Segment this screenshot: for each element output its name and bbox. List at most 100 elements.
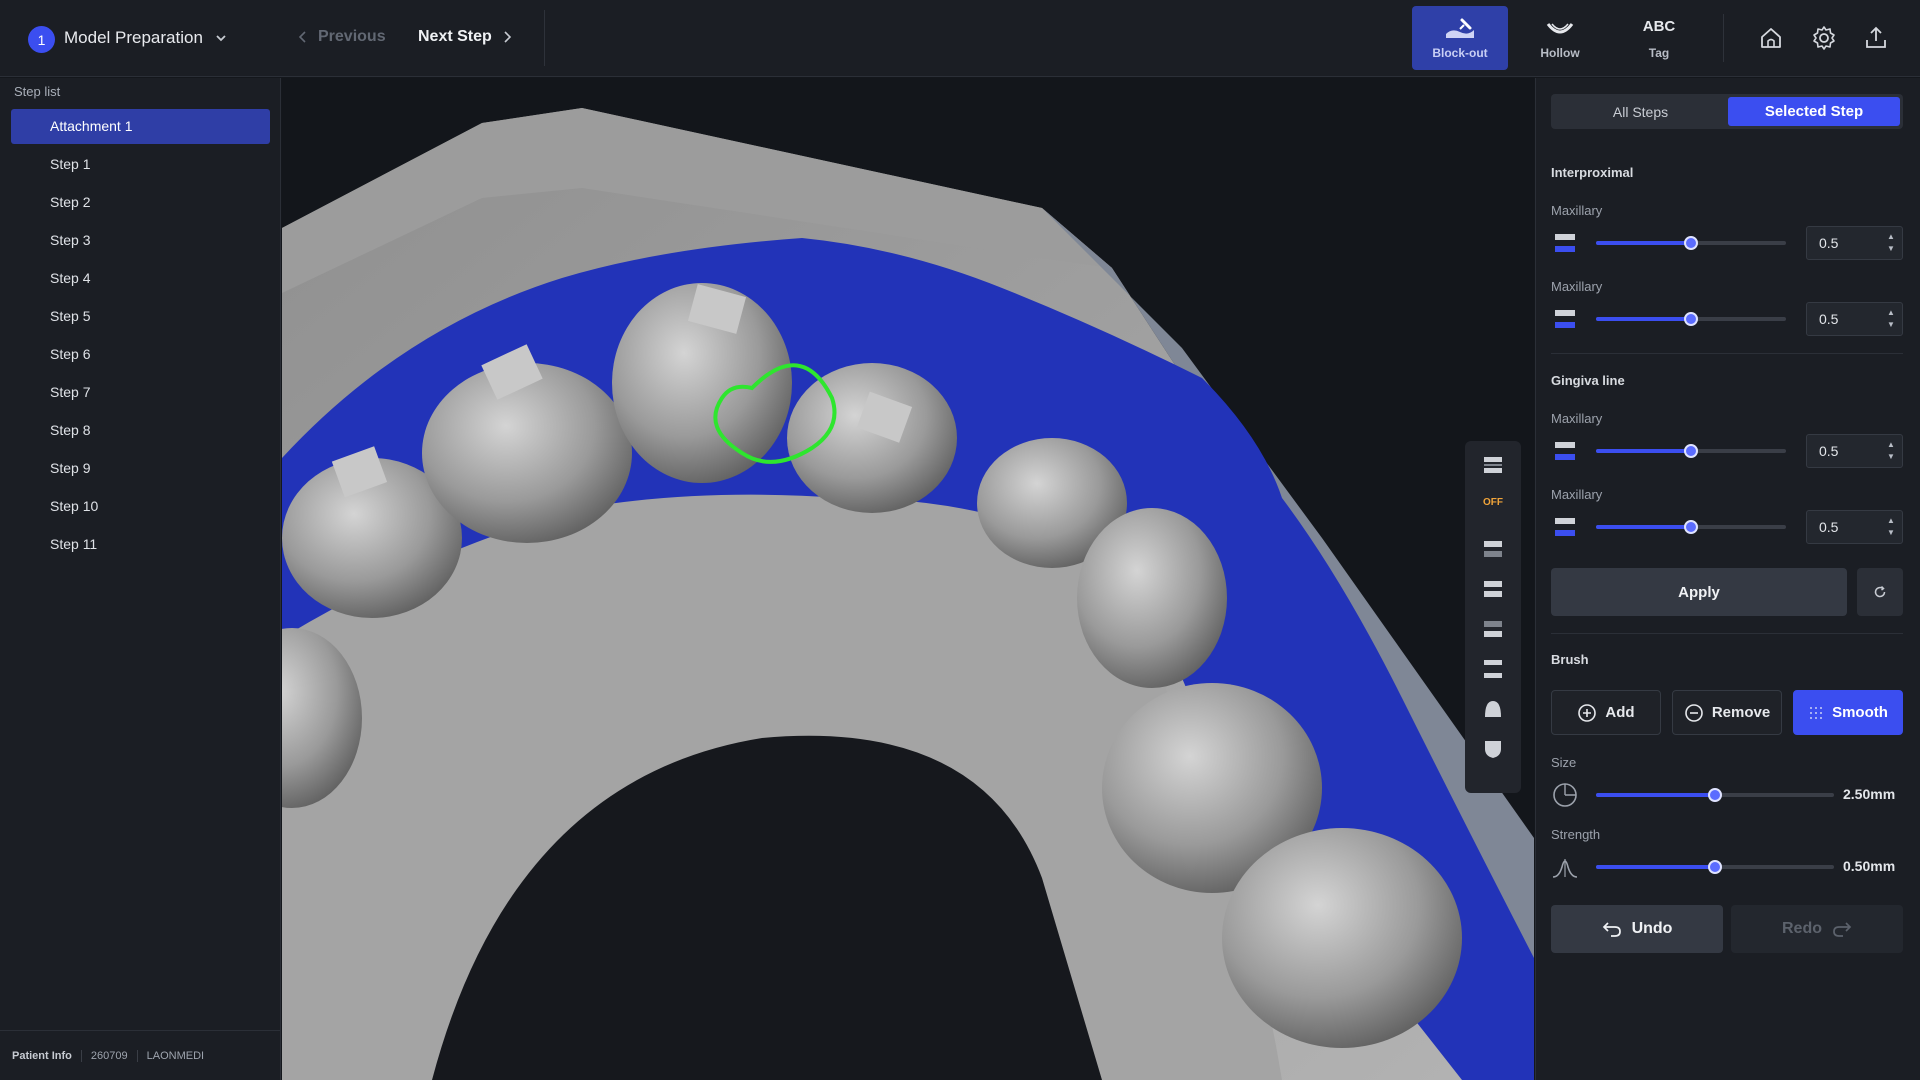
patient-info-bar: Patient Info 260709 LAONMEDI (0, 1030, 281, 1080)
step-item-11[interactable]: Step 11 (11, 527, 270, 562)
export-button[interactable] (1860, 22, 1892, 54)
view-layer-button[interactable] (1479, 451, 1507, 479)
refresh-icon (1874, 585, 1886, 598)
stepper-icon[interactable]: ▲ ▼ (1886, 439, 1896, 463)
brush-add-button[interactable]: Add (1551, 690, 1661, 735)
step-item-4[interactable]: Step 4 (11, 261, 270, 296)
gingiva-row2-text: 0.5 (1819, 519, 1839, 535)
gingiva-row1-label: Maxillary (1551, 411, 1603, 426)
undo-icon (1602, 922, 1621, 937)
interproximal-row2-value[interactable]: 0.5 ▲ ▼ (1806, 302, 1903, 336)
gingiva-row1-value[interactable]: 0.5 ▲ ▼ (1806, 434, 1903, 468)
home-icon (1761, 28, 1781, 48)
brush-strength-slider[interactable] (1596, 860, 1834, 874)
interproximal-row1-text: 0.5 (1819, 235, 1839, 251)
brush-size-slider[interactable] (1596, 788, 1834, 802)
maxillary-icon (1555, 234, 1575, 252)
maxillary-icon (1555, 310, 1575, 328)
view-lower-button[interactable] (1479, 615, 1507, 643)
tab-all-steps[interactable]: All Steps (1554, 97, 1727, 126)
upload-icon (1866, 26, 1886, 48)
step-item-5[interactable]: Step 5 (11, 299, 270, 334)
stepper-icon[interactable]: ▲ ▼ (1886, 307, 1896, 331)
brush-smooth-button[interactable]: Smooth (1793, 690, 1903, 735)
brush-remove-label: Remove (1711, 704, 1771, 721)
next-step-label: Next Step (418, 28, 492, 45)
shield-icon (1485, 741, 1501, 758)
gingiva-line-title: Gingiva line (1551, 373, 1625, 388)
interproximal-row2-text: 0.5 (1819, 311, 1839, 327)
brush-strength-value: 0.50mm (1843, 858, 1896, 874)
step-item-6[interactable]: Step 6 (11, 337, 270, 372)
divider (1551, 633, 1903, 634)
step-item-8[interactable]: Step 8 (11, 413, 270, 448)
chevron-down-icon[interactable] (213, 30, 229, 46)
redo-button[interactable]: Redo (1731, 905, 1903, 953)
step-list-title: Step list (14, 84, 61, 99)
settings-button[interactable] (1808, 22, 1840, 54)
tag-label: Tag (1648, 46, 1670, 60)
gingiva-row1-text: 0.5 (1819, 443, 1839, 459)
view-shield-button[interactable] (1479, 735, 1507, 763)
hollow-tool-button[interactable]: Hollow (1512, 6, 1608, 70)
lower-jaw-icon (1484, 621, 1502, 637)
block-out-icon (1446, 18, 1474, 38)
stepper-icon[interactable]: ▲ ▼ (1886, 231, 1896, 255)
gingiva-row2-value[interactable]: 0.5 ▲ ▼ (1806, 510, 1903, 544)
apply-button[interactable]: Apply (1551, 568, 1847, 616)
chevron-right-icon (504, 31, 511, 43)
step-scope-toggle: All Steps Selected Step (1551, 94, 1903, 129)
hollow-icon (1546, 23, 1574, 34)
off-label: OFF (1483, 496, 1503, 508)
step-item-attachment-1[interactable]: Attachment 1 (11, 109, 270, 144)
interproximal-row2-slider[interactable] (1596, 312, 1786, 326)
previous-button[interactable]: Previous (298, 28, 386, 46)
organization-name: LAONMEDI (136, 1049, 213, 1062)
view-upper-button[interactable] (1479, 535, 1507, 563)
off-toggle-button[interactable]: OFF (1479, 488, 1507, 516)
step-item-1[interactable]: Step 1 (11, 147, 270, 182)
strength-label: Strength (1551, 827, 1601, 842)
tag-tool-button[interactable]: ABC Tag (1611, 6, 1707, 70)
reset-button[interactable] (1857, 568, 1903, 616)
stage-title[interactable]: Model Preparation (64, 28, 203, 48)
stepper-icon[interactable]: ▲ ▼ (1886, 515, 1896, 539)
tab-selected-step[interactable]: Selected Step (1728, 97, 1900, 126)
stage-number-badge: 1 (28, 26, 55, 53)
view-both-button[interactable] (1479, 575, 1507, 603)
divider (1551, 353, 1903, 354)
step-item-2[interactable]: Step 2 (11, 185, 270, 220)
redo-label: Redo (1782, 920, 1822, 937)
brush-size-value: 2.50mm (1843, 786, 1896, 802)
block-out-tool-button[interactable]: Block-out (1412, 6, 1508, 70)
undo-label: Undo (1631, 920, 1673, 937)
view-toolbar: OFF (1465, 441, 1521, 793)
previous-label: Previous (318, 28, 386, 45)
home-button[interactable] (1755, 22, 1787, 54)
undo-button[interactable]: Undo (1551, 905, 1723, 953)
next-step-button[interactable]: Next Step (418, 28, 512, 46)
bell-curve-icon (1552, 859, 1578, 878)
step-item-10[interactable]: Step 10 (11, 489, 270, 524)
maxillary-icon (1555, 518, 1575, 536)
gingiva-row2-slider[interactable] (1596, 520, 1786, 534)
interproximal-row1-slider[interactable] (1596, 236, 1786, 250)
brush-remove-button[interactable]: Remove (1672, 690, 1782, 735)
maxillary-icon (1555, 442, 1575, 460)
dental-model-render[interactable] (282, 78, 1534, 1080)
view-occlusal-button[interactable] (1479, 695, 1507, 723)
view-open-button[interactable] (1479, 655, 1507, 683)
step-item-3[interactable]: Step 3 (11, 223, 270, 258)
step-item-7[interactable]: Step 7 (11, 375, 270, 410)
patient-info-label[interactable]: Patient Info (12, 1050, 81, 1062)
step-item-9[interactable]: Step 9 (11, 451, 270, 486)
gingiva-row2-label: Maxillary (1551, 487, 1603, 502)
brush-size-icon (1553, 783, 1577, 807)
gingiva-row1-slider[interactable] (1596, 444, 1786, 458)
smooth-grid-icon (1810, 706, 1823, 719)
3d-viewport[interactable] (282, 78, 1534, 1080)
interproximal-row1-value[interactable]: 0.5 ▲ ▼ (1806, 226, 1903, 260)
interproximal-row2-label: Maxillary (1551, 279, 1603, 294)
hollow-label: Hollow (1540, 46, 1580, 60)
brush-add-label: Add (1605, 704, 1635, 721)
